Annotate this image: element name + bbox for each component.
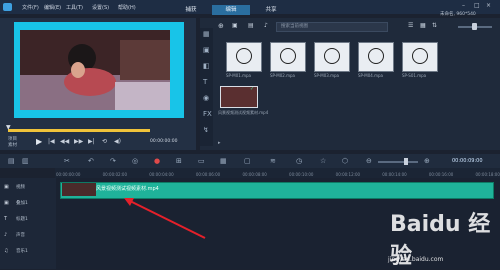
watermark-url: jingyan.baidu.com <box>388 256 444 263</box>
